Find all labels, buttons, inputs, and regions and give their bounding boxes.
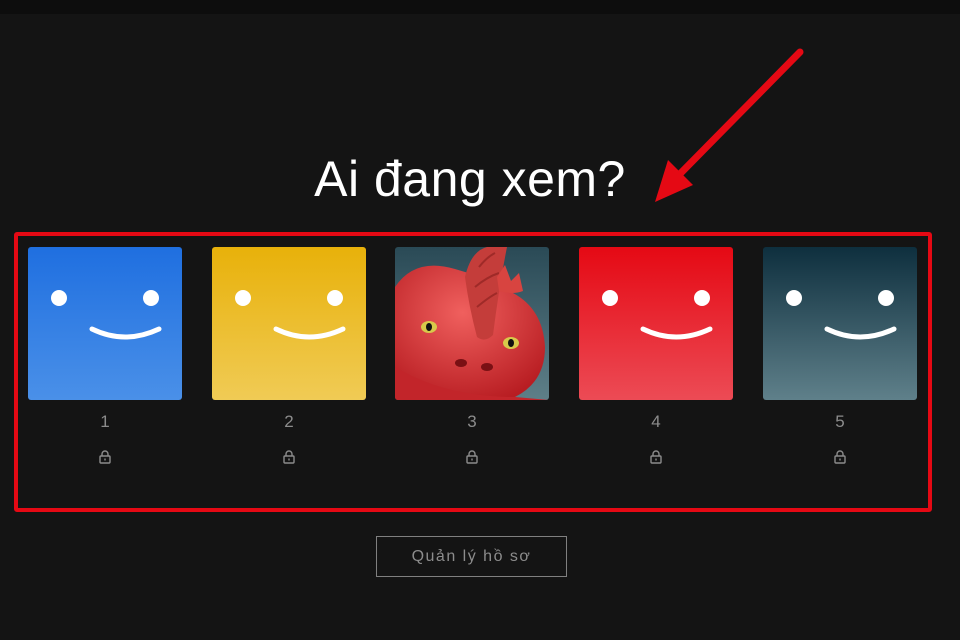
lock-icon bbox=[466, 450, 478, 464]
lock-icon bbox=[99, 450, 111, 464]
profile-1[interactable]: 1 bbox=[28, 247, 182, 464]
lock-icon bbox=[650, 450, 662, 464]
lock-icon bbox=[283, 450, 295, 464]
profile-name: 1 bbox=[100, 412, 110, 431]
profile-5[interactable]: 5 bbox=[763, 247, 917, 464]
manage-profiles-button[interactable]: Quản lý hồ sơ bbox=[376, 536, 567, 577]
avatar-smiley-blue[interactable] bbox=[28, 247, 182, 400]
profile-2[interactable]: 2 bbox=[212, 247, 366, 464]
red-arrow-icon bbox=[655, 48, 804, 202]
avatar-smiley-red[interactable] bbox=[579, 247, 733, 400]
lock-icon bbox=[834, 450, 846, 464]
profile-3[interactable]: 3 bbox=[395, 247, 549, 464]
profile-name: 5 bbox=[835, 412, 845, 431]
profile-4[interactable]: 4 bbox=[579, 247, 733, 464]
avatar-smiley-yellow[interactable] bbox=[212, 247, 366, 400]
avatar-red-dinosaur-character[interactable] bbox=[395, 247, 549, 400]
profile-name: 4 bbox=[651, 412, 661, 431]
profile-name: 3 bbox=[467, 412, 477, 431]
profile-name: 2 bbox=[284, 412, 294, 431]
top-bar bbox=[0, 0, 960, 14]
avatar-smiley-teal[interactable] bbox=[763, 247, 917, 400]
